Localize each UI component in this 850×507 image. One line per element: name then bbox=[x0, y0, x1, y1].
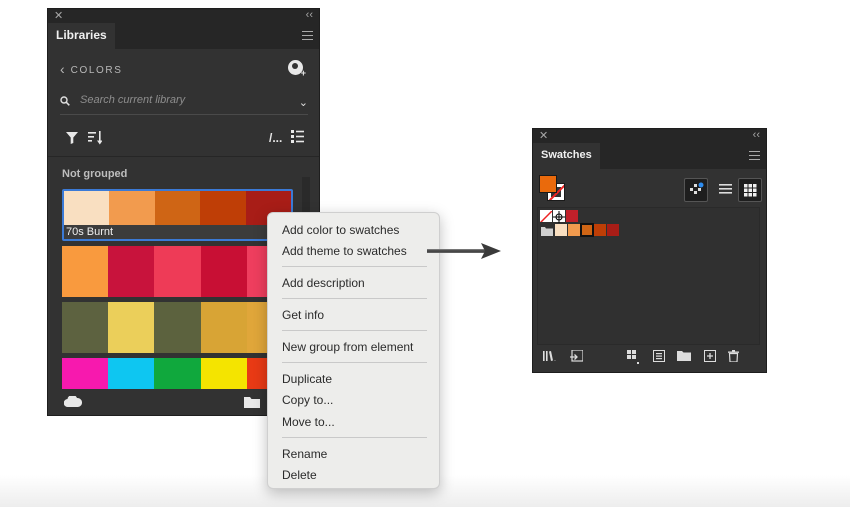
arrow-right-icon bbox=[427, 243, 501, 259]
none-swatch-icon bbox=[540, 210, 552, 222]
tab-swatches[interactable]: Swatches bbox=[533, 143, 600, 169]
slash-view-icon[interactable]: /... bbox=[269, 131, 282, 145]
fill-color-swatch[interactable] bbox=[539, 175, 557, 193]
color-swatch[interactable] bbox=[154, 246, 201, 297]
new-swatch-icon[interactable] bbox=[704, 350, 716, 362]
color-swatch[interactable] bbox=[62, 358, 109, 390]
color-swatch[interactable] bbox=[108, 302, 155, 353]
color-swatch[interactable] bbox=[62, 302, 109, 353]
collapse-panel-icon[interactable]: ‹‹ bbox=[306, 9, 313, 21]
color-swatch[interactable] bbox=[200, 191, 246, 227]
panel-menu-icon[interactable] bbox=[749, 151, 760, 163]
menu-separator bbox=[282, 437, 427, 438]
menu-item-copy-to[interactable]: Copy to... bbox=[282, 393, 333, 407]
menu-separator bbox=[282, 330, 427, 331]
place-swatch-icon[interactable] bbox=[570, 350, 583, 363]
color-swatch[interactable] bbox=[109, 191, 155, 227]
swatch-libraries-icon[interactable]: . bbox=[543, 350, 559, 362]
tab-libraries[interactable]: Libraries bbox=[48, 23, 115, 49]
search-input[interactable] bbox=[80, 94, 280, 106]
swatch-registration[interactable] bbox=[553, 210, 565, 223]
tab-bar: Swatches bbox=[533, 143, 766, 169]
menu-item-move-to[interactable]: Move to... bbox=[282, 415, 335, 429]
panel-menu-icon[interactable] bbox=[302, 31, 313, 43]
list-view-icon[interactable] bbox=[719, 183, 732, 196]
swatch-color[interactable] bbox=[607, 224, 619, 236]
swatch-none[interactable] bbox=[540, 210, 552, 222]
theme-70s-burnt[interactable]: 70s Burnt bbox=[62, 189, 293, 241]
grid-view-button[interactable] bbox=[738, 178, 762, 202]
menu-item-duplicate[interactable]: Duplicate bbox=[282, 372, 332, 386]
swatch-grid bbox=[537, 207, 760, 345]
swatch-color[interactable] bbox=[568, 224, 580, 236]
menu-separator bbox=[282, 266, 427, 267]
folder-icon bbox=[541, 227, 553, 236]
swatch-color[interactable] bbox=[580, 223, 594, 237]
swatch-color[interactable] bbox=[594, 224, 606, 236]
color-swatch[interactable] bbox=[108, 246, 155, 297]
search-bar: ⌄ bbox=[60, 93, 308, 115]
chevron-down-icon[interactable]: ⌄ bbox=[299, 96, 308, 109]
color-swatch[interactable] bbox=[64, 191, 110, 227]
menu-item-add-description[interactable]: Add description bbox=[282, 276, 365, 290]
close-icon[interactable]: ✕ bbox=[539, 130, 548, 142]
menu-item-new-group[interactable]: New group from element bbox=[282, 340, 413, 354]
menu-item-add-color[interactable]: Add color to swatches bbox=[282, 223, 399, 237]
swatch-color[interactable] bbox=[555, 224, 567, 236]
menu-item-add-theme[interactable]: Add theme to swatches bbox=[282, 244, 407, 258]
collapse-panel-icon[interactable]: ‹‹ bbox=[753, 129, 760, 141]
menu-item-get-info[interactable]: Get info bbox=[282, 308, 324, 322]
chevron-left-icon[interactable]: ‹ bbox=[60, 61, 65, 77]
tab-bar: Libraries bbox=[48, 23, 319, 49]
swatch-color[interactable] bbox=[566, 210, 578, 222]
color-swatch[interactable] bbox=[154, 358, 201, 390]
theme-item[interactable] bbox=[62, 246, 293, 297]
list-view-icon[interactable] bbox=[291, 130, 304, 144]
color-swatch[interactable] bbox=[154, 191, 201, 227]
color-swatch[interactable] bbox=[154, 302, 201, 353]
swatches-panel: ✕ ‹‹ Swatches . bbox=[532, 128, 767, 373]
color-swatch[interactable] bbox=[62, 246, 109, 297]
theme-item[interactable] bbox=[62, 302, 293, 353]
show-kinds-menu-icon[interactable] bbox=[627, 350, 641, 364]
color-swatch[interactable] bbox=[200, 302, 247, 353]
nav-label: COLORS bbox=[70, 65, 123, 76]
color-swatch[interactable] bbox=[200, 246, 247, 297]
show-kinds-button[interactable] bbox=[684, 178, 708, 202]
close-icon[interactable]: ✕ bbox=[54, 10, 63, 22]
cloud-icon[interactable] bbox=[64, 396, 82, 407]
registration-icon bbox=[553, 211, 565, 223]
svg-text:.: . bbox=[554, 356, 556, 362]
menu-item-rename[interactable]: Rename bbox=[282, 447, 327, 461]
panel-title-bar: ✕ ‹‹ bbox=[48, 9, 319, 23]
add-user-icon[interactable]: + bbox=[288, 60, 306, 78]
color-swatch[interactable] bbox=[200, 358, 247, 390]
folder-icon[interactable] bbox=[244, 396, 260, 408]
panel-title-bar: ✕ ‹‹ bbox=[533, 129, 766, 143]
theme-name: 70s Burnt bbox=[64, 225, 291, 239]
theme-swatch-row bbox=[64, 191, 291, 227]
context-menu: Add color to swatches Add theme to swatc… bbox=[267, 212, 440, 489]
menu-separator bbox=[282, 298, 427, 299]
group-label: Not grouped bbox=[62, 168, 128, 180]
swatch-options-icon[interactable] bbox=[653, 350, 665, 362]
new-color-group-icon[interactable] bbox=[677, 350, 691, 361]
trash-icon[interactable] bbox=[728, 350, 739, 362]
search-icon bbox=[60, 96, 70, 106]
breadcrumb[interactable]: ‹ COLORS bbox=[60, 61, 123, 77]
swatch-kinds-icon bbox=[690, 182, 704, 194]
menu-item-delete[interactable]: Delete bbox=[282, 468, 317, 482]
library-toolbar: /... bbox=[48, 127, 319, 157]
menu-separator bbox=[282, 362, 427, 363]
theme-item[interactable] bbox=[62, 358, 293, 390]
filter-icon[interactable] bbox=[66, 132, 78, 144]
grid-view-icon bbox=[744, 184, 757, 197]
color-swatch[interactable] bbox=[108, 358, 155, 390]
sort-icon[interactable] bbox=[88, 131, 102, 145]
